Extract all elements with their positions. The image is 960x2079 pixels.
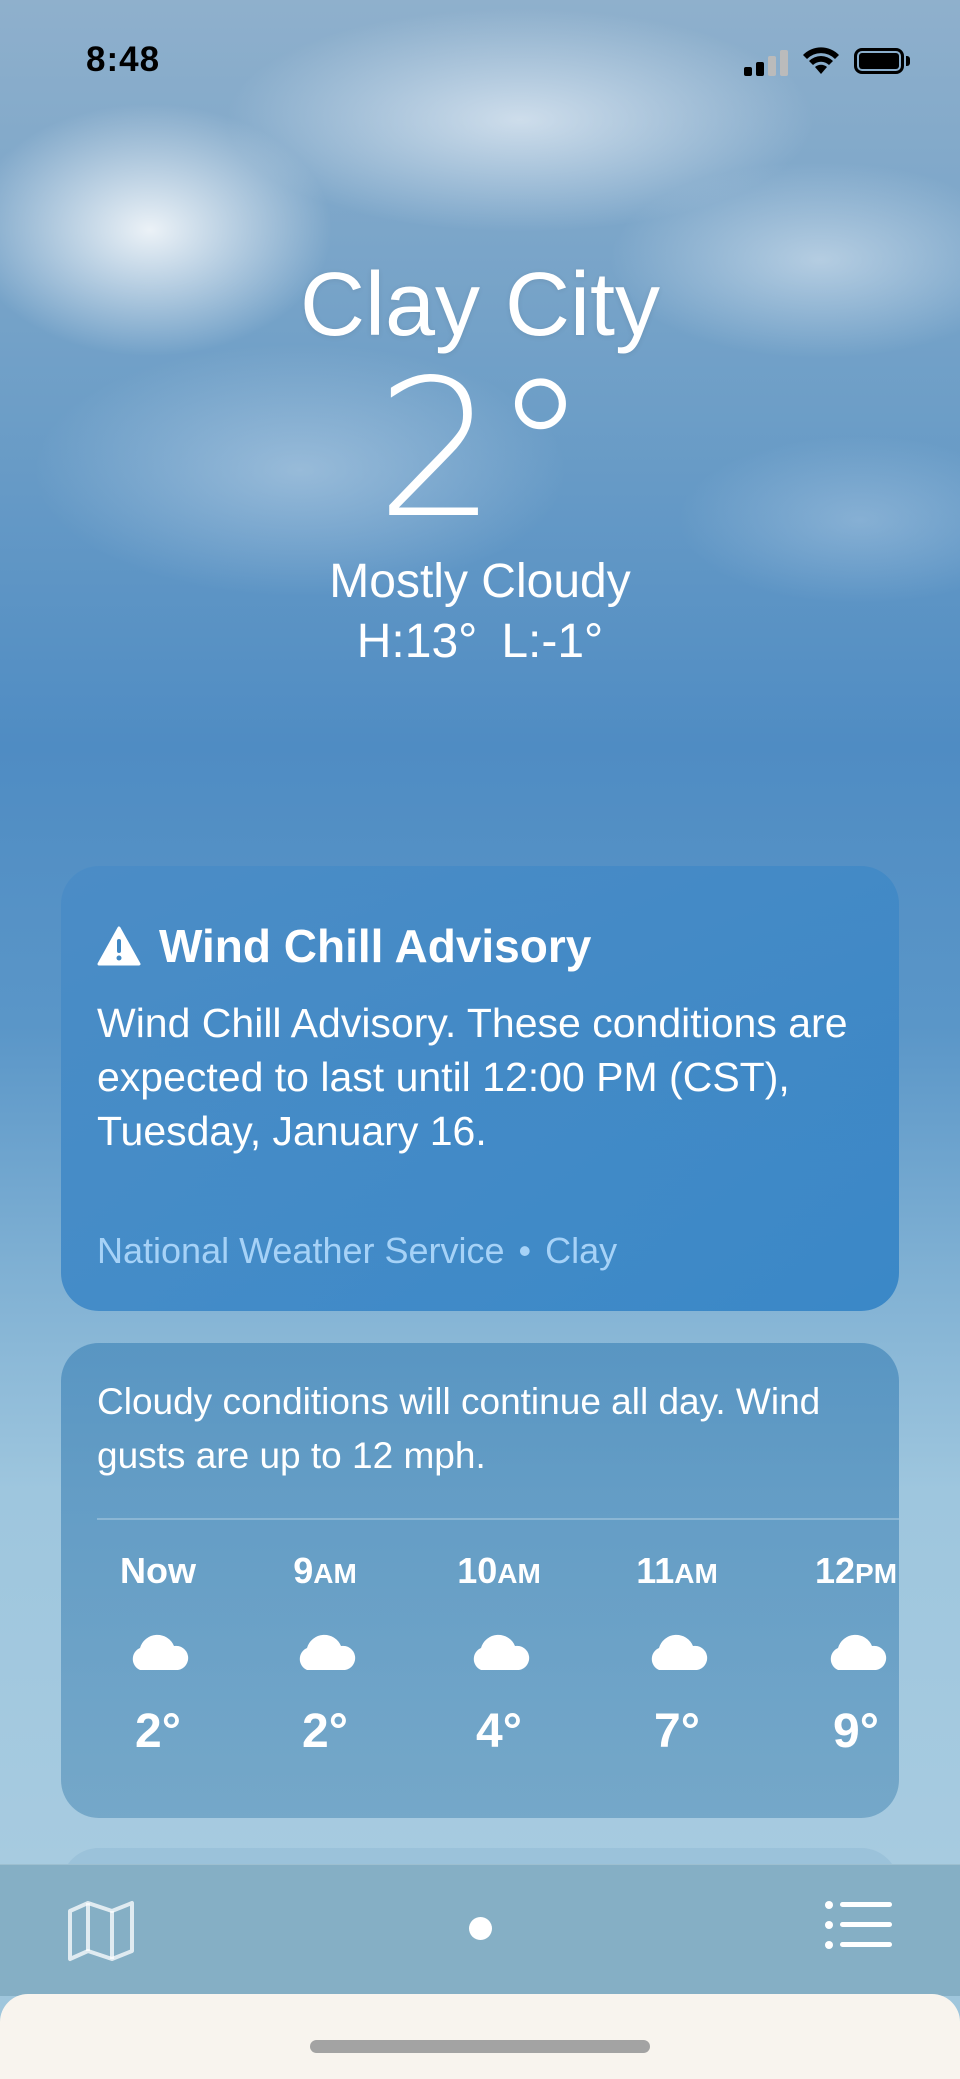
hour-label: 11AM bbox=[636, 1550, 718, 1591]
alert-source[interactable]: National Weather Service • Clay bbox=[97, 1230, 617, 1272]
home-indicator-area bbox=[0, 1994, 960, 2079]
current-temperature-wrap: 2° bbox=[0, 355, 960, 545]
home-indicator[interactable] bbox=[310, 2040, 650, 2053]
cloud-icon bbox=[651, 1634, 708, 1670]
alert-source-name: National Weather Service bbox=[97, 1230, 505, 1271]
low-temperature: L:-1° bbox=[501, 615, 604, 668]
hour-label: 9AM bbox=[293, 1550, 357, 1591]
battery-icon bbox=[854, 48, 910, 74]
cloud-icon bbox=[299, 1634, 356, 1670]
cellular-signal-icon bbox=[744, 48, 788, 76]
hour-temperature: 4° bbox=[476, 1705, 522, 1758]
forecast-summary: Cloudy conditions will continue all day.… bbox=[97, 1381, 821, 1476]
hour-label: 12PM bbox=[814, 1550, 898, 1591]
status-bar: 8:48 bbox=[0, 0, 960, 120]
alert-source-separator: • bbox=[518, 1230, 532, 1271]
hourly-item: 10AM 4° bbox=[429, 1533, 569, 1762]
cloud-icon bbox=[473, 1634, 530, 1670]
hour-temperature: 2° bbox=[135, 1705, 181, 1758]
page-indicator-dot[interactable] bbox=[469, 1917, 492, 1940]
warning-icon bbox=[97, 926, 141, 966]
map-icon[interactable] bbox=[66, 1899, 136, 1963]
card-divider bbox=[97, 1518, 899, 1520]
wifi-icon bbox=[803, 47, 839, 74]
alert-region: Clay bbox=[545, 1230, 618, 1271]
hourly-item: 12PM 9° bbox=[786, 1533, 926, 1762]
alert-description: Wind Chill Advisory. These conditions ar… bbox=[97, 1000, 848, 1154]
cloud-icon bbox=[132, 1634, 189, 1670]
high-temperature: H:13° bbox=[356, 615, 478, 668]
hour-temperature: 7° bbox=[654, 1705, 700, 1758]
alert-title-row: Wind Chill Advisory bbox=[97, 916, 591, 976]
hour-label: Now bbox=[120, 1550, 196, 1591]
hourly-item: Now 2° bbox=[88, 1533, 228, 1762]
hour-label: 10AM bbox=[457, 1550, 541, 1591]
hour-temperature: 2° bbox=[302, 1705, 348, 1758]
high-low-temperature: H:13° L:-1° bbox=[0, 612, 960, 672]
weather-alert-card[interactable]: Wind Chill Advisory Wind Chill Advisory.… bbox=[61, 866, 899, 1311]
alert-title: Wind Chill Advisory bbox=[159, 920, 592, 972]
bottom-toolbar bbox=[0, 1864, 960, 1996]
cloud-icon bbox=[830, 1634, 887, 1670]
hourly-forecast-list[interactable]: Now 2° 9AM 2° 10AM 4° 11AM 7° 12PM 9° bbox=[61, 1533, 899, 1803]
hourly-forecast-card[interactable]: Cloudy conditions will continue all day.… bbox=[61, 1343, 899, 1818]
status-time: 8:48 bbox=[86, 40, 161, 79]
current-condition: Mostly Cloudy bbox=[329, 555, 631, 608]
current-temperature: 2° bbox=[376, 339, 588, 560]
hour-temperature: 9° bbox=[833, 1705, 879, 1758]
hourly-item: 9AM 2° bbox=[255, 1533, 395, 1762]
hourly-item: 11AM 7° bbox=[607, 1533, 747, 1762]
list-icon[interactable] bbox=[824, 1899, 892, 1951]
